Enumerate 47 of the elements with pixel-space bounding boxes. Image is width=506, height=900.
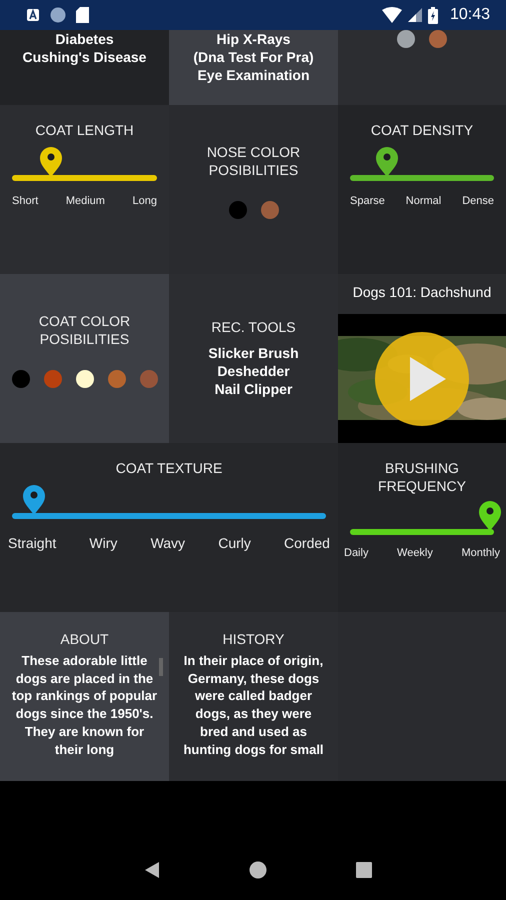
list-text: Diabetes xyxy=(55,30,114,48)
scale-label: Long xyxy=(132,195,157,207)
video-player[interactable] xyxy=(338,314,506,443)
recents-icon[interactable] xyxy=(356,862,372,878)
wifi-icon xyxy=(382,7,402,23)
list-text: Deshedder xyxy=(217,362,290,380)
app-notification-icon xyxy=(26,8,40,22)
circle-icon xyxy=(50,7,66,23)
scale-label: Corded xyxy=(284,535,330,551)
tile-title: COAT COLOR POSIBILITIES xyxy=(38,312,132,348)
scale-label: Daily xyxy=(344,547,368,559)
scale-label: Medium xyxy=(66,195,105,207)
back-icon[interactable] xyxy=(144,861,160,879)
scale-label: Wavy xyxy=(150,535,186,551)
tile-title: REC. TOOLS xyxy=(210,318,297,336)
tile-title: NOSE COLOR POSIBILITIES xyxy=(206,143,302,179)
paragraph-text: In their place of origin, Germany, these dogs were called badger dogs, as they were bred and used as hunting dogs for small xyxy=(182,652,325,758)
list-text: Slicker Brush xyxy=(208,344,299,362)
tile-title: ABOUT xyxy=(59,630,110,648)
video-title: Dogs 101: Dachshund xyxy=(352,283,492,302)
tile-title: COAT DENSITY xyxy=(370,121,474,139)
tile-title: BRUSHING FREQUENCY xyxy=(377,459,467,495)
home-icon[interactable] xyxy=(248,861,267,879)
sd-card-icon xyxy=(76,7,89,23)
scale-label: Wiry xyxy=(89,535,118,551)
scale-label: Normal xyxy=(406,195,442,207)
clock-time: 10:43 xyxy=(450,6,490,24)
tile-title: COAT TEXTURE xyxy=(114,459,224,477)
scale-label: Sparse xyxy=(350,195,385,207)
signal-icon xyxy=(408,8,422,22)
tile-title: HISTORY xyxy=(222,630,286,648)
list-text: (Dna Test For Pra) xyxy=(193,48,314,66)
scale-label: Weekly xyxy=(397,547,433,559)
list-text: Eye Examination xyxy=(197,66,310,84)
scale-label: Short xyxy=(12,195,38,207)
scale-label: Straight xyxy=(8,535,56,551)
scale-label: Curly xyxy=(218,535,251,551)
list-text: Cushing's Disease xyxy=(22,48,146,66)
paragraph-text: These adorable little dogs are placed in the top rankings of popular dogs since the 1950's. They are known for their long xyxy=(12,652,158,758)
scale-label: Dense xyxy=(462,195,494,207)
scale-label: Monthly xyxy=(461,547,500,559)
play-button[interactable] xyxy=(374,330,470,426)
scrollbar xyxy=(159,658,163,676)
list-text: Nail Clipper xyxy=(214,380,292,398)
list-text: Hip X-Rays xyxy=(216,30,290,48)
battery-icon xyxy=(428,6,438,24)
tile-title: COAT LENGTH xyxy=(34,121,135,139)
